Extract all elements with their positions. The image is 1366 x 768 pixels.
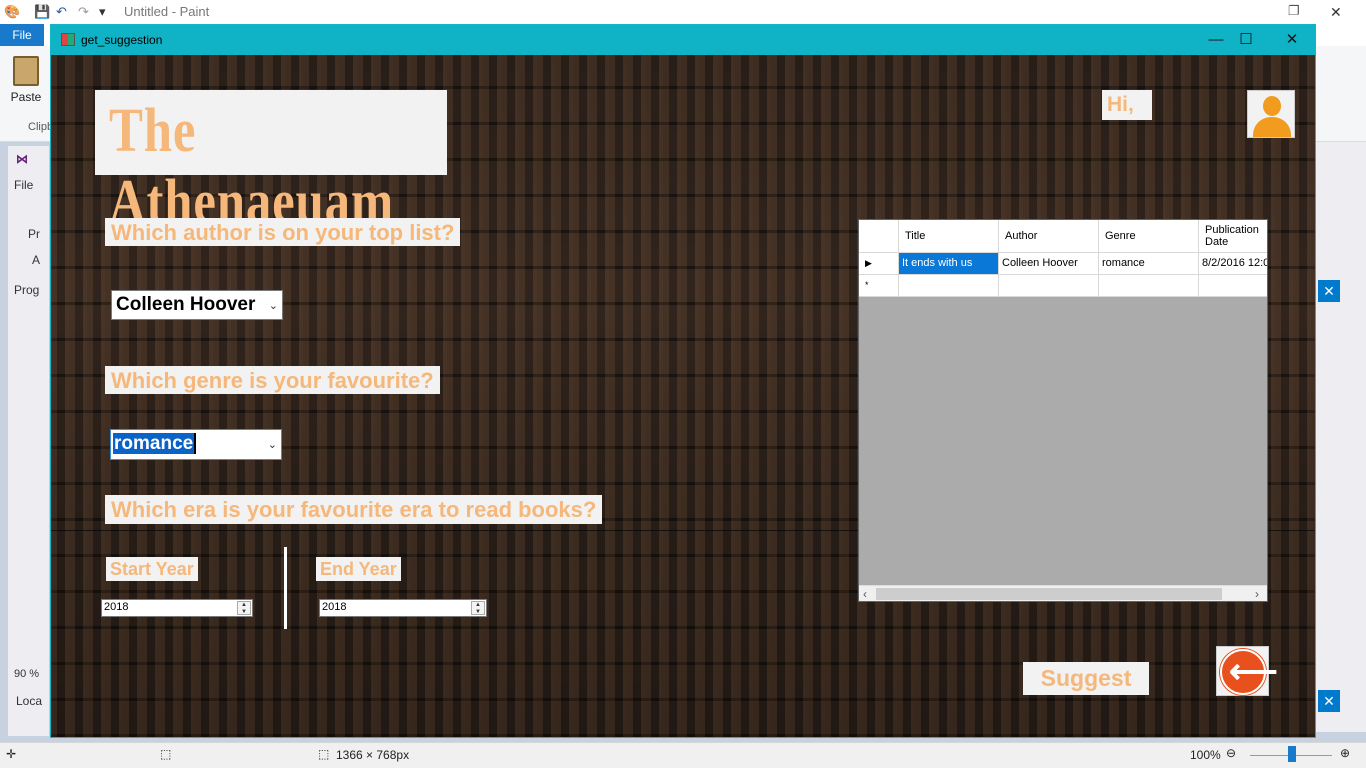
paint-statusbar: ✛ ⬚ ⬚ 1366 × 768px 100% ⊖ ⊕ (0, 742, 1366, 768)
paint-window-title: Untitled - Paint (124, 4, 210, 19)
vs-zoom-label[interactable]: 90 % (14, 668, 39, 680)
arrow-left-icon: ⟵ (1229, 653, 1278, 691)
column-header-author[interactable]: Author (999, 220, 1099, 253)
window-title: get_suggestion (81, 33, 163, 47)
era-question-label: Which era is your favourite era to read … (105, 495, 603, 524)
vs-a-label: A (32, 253, 41, 267)
suggestions-grid[interactable]: Title Author Genre Publication Date ▶ It… (858, 219, 1268, 602)
canvas-size-icon: ⬚ (318, 747, 330, 761)
chevron-down-icon[interactable]: ⌄ (268, 438, 277, 451)
clipboard-icon (13, 56, 39, 86)
table-row[interactable]: ▶ It ends with us Colleen Hoover romance… (859, 253, 1267, 275)
window-titlebar[interactable]: get_suggestion — ☐ ✕ (51, 25, 1315, 55)
new-cell-genre[interactable] (1099, 275, 1199, 297)
zoom-slider-thumb[interactable] (1288, 746, 1296, 762)
paint-titlebar: 🎨 💾 ↶ ↷ ▾ Untitled - Paint ❐ ✕ (0, 0, 1366, 24)
vs-close-icon[interactable]: ✕ (1318, 280, 1340, 302)
app-name: The Athenaeuam (109, 97, 395, 236)
genre-question-label: Which genre is your favourite? (105, 366, 440, 394)
stepper-arrows-icon[interactable]: ▲ ▼ (237, 601, 251, 615)
back-button[interactable]: ⟵ (1216, 646, 1278, 696)
zoom-level: 100% (1190, 748, 1221, 762)
grid-corner-header[interactable] (859, 220, 899, 253)
start-year-label: Start Year (106, 557, 198, 581)
start-year-stepper[interactable]: 2018 ▲ ▼ (101, 599, 253, 617)
end-year-value: 2018 (322, 601, 347, 613)
author-dropdown[interactable]: Colleen Hoover ⌄ (111, 290, 283, 320)
maximize-button[interactable]: ☐ (1231, 29, 1261, 51)
close-button[interactable]: ✕ (1277, 29, 1307, 51)
redo-icon[interactable]: ↷ (78, 4, 89, 20)
vs-right-panel (1316, 142, 1366, 732)
vs-prog-label: Prog (14, 283, 40, 297)
column-header-genre[interactable]: Genre (1099, 220, 1199, 253)
minimize-button[interactable]: — (1201, 29, 1231, 51)
back-arrow-icon: ⟵ (1220, 649, 1278, 695)
suggest-button[interactable]: Suggest (1023, 662, 1149, 695)
customize-toolbar-icon[interactable]: ▾ (99, 4, 106, 20)
zoom-out-icon[interactable]: ⊖ (1226, 746, 1236, 760)
genre-dropdown[interactable]: romance ⌄ (110, 429, 282, 460)
cell-author[interactable]: Colleen Hoover (999, 253, 1099, 275)
avatar-body (1253, 117, 1291, 137)
avatar-head (1263, 96, 1281, 116)
vs-left-panel: ⋈ File Pr A Prog 90 % Loca (8, 146, 50, 736)
new-cell-author[interactable] (999, 275, 1099, 297)
user-avatar-icon[interactable] (1247, 90, 1295, 138)
move-icon: ✛ (6, 747, 17, 761)
restore-icon[interactable]: ❐ (1288, 3, 1300, 19)
new-row[interactable]: * (859, 275, 1267, 297)
new-row-indicator[interactable]: * (859, 275, 899, 297)
new-cell-publication-date[interactable] (1199, 275, 1267, 297)
current-row-indicator[interactable]: ▶ (859, 253, 899, 275)
grid-header: Title Author Genre Publication Date (859, 220, 1267, 253)
author-dropdown-value: Colleen Hoover (116, 294, 256, 315)
vs-close-icon-2[interactable]: ✕ (1318, 690, 1340, 712)
column-header-publication-date[interactable]: Publication Date (1199, 220, 1267, 253)
undo-icon[interactable]: ↶ (56, 4, 67, 20)
vs-logo-icon: ⋈ (16, 152, 28, 166)
scroll-right-icon[interactable]: › (1255, 587, 1259, 601)
paint-app-icon[interactable]: 🎨 (4, 4, 20, 20)
genre-dropdown-value: romance (113, 433, 197, 454)
stepper-arrows-icon[interactable]: ▲ ▼ (471, 601, 485, 615)
app-logo: The Athenaeuam (95, 90, 447, 236)
zoom-in-icon[interactable]: ⊕ (1340, 746, 1350, 760)
paint-close-icon[interactable]: ✕ (1330, 4, 1342, 21)
author-question-label: Which author is on your top list? (105, 218, 461, 246)
paint-file-tab[interactable]: File (0, 24, 44, 46)
vs-loca-label: Loca (16, 694, 43, 708)
cell-title[interactable]: It ends with us (899, 253, 999, 275)
vs-pr-label: Pr (28, 227, 40, 241)
end-year-stepper[interactable]: 2018 ▲ ▼ (319, 599, 487, 617)
cell-genre[interactable]: romance (1099, 253, 1199, 275)
era-separator (284, 547, 287, 629)
canvas-size-label: 1366 × 768px (336, 748, 410, 762)
form-icon (61, 33, 75, 46)
grid-horizontal-scrollbar[interactable]: ‹ › (859, 585, 1267, 601)
cell-publication-date[interactable]: 8/2/2016 12:0 (1199, 253, 1267, 275)
greeting-label: Hi, (1102, 90, 1152, 120)
column-header-title[interactable]: Title (899, 220, 999, 253)
selection-icon: ⬚ (160, 747, 172, 761)
end-year-label: End Year (316, 557, 401, 581)
save-icon[interactable]: 💾 (34, 4, 50, 20)
vs-file-menu[interactable]: File (14, 178, 33, 192)
start-year-value: 2018 (104, 601, 129, 613)
chevron-down-icon[interactable]: ⌄ (269, 299, 278, 312)
paste-label: Paste (10, 90, 42, 104)
paste-button[interactable]: Paste (6, 52, 46, 116)
new-cell-title[interactable] (899, 275, 999, 297)
get-suggestion-window: get_suggestion — ☐ ✕ The Athenaeuam Hi, … (50, 24, 1316, 738)
scrollbar-thumb[interactable] (876, 588, 1222, 600)
form-client-area: The Athenaeuam Hi, Which author is on yo… (51, 55, 1315, 737)
scroll-left-icon[interactable]: ‹ (863, 587, 867, 601)
